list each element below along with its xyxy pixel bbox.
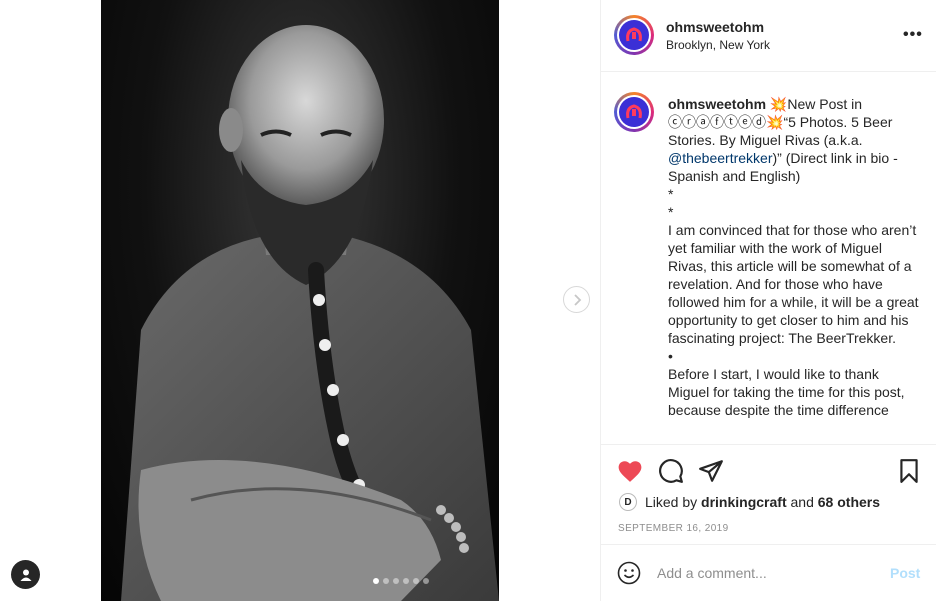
likes-prefix: Liked by — [645, 494, 698, 510]
caption-paragraph: Before I start, I would like to thank Mi… — [668, 366, 905, 418]
post-caption: ohmsweetohm 💥New Post in ⓒⓡⓐⓕⓣⓔⓓ💥“5 Phot… — [668, 95, 923, 419]
carousel-dot — [393, 578, 399, 584]
smiley-icon — [617, 561, 641, 585]
paper-plane-icon — [699, 460, 723, 482]
post-photo[interactable] — [101, 0, 499, 601]
like-button[interactable] — [616, 458, 644, 484]
carousel-indicator — [373, 578, 429, 584]
save-button[interactable] — [896, 457, 922, 485]
instagram-post-page: ohmsweetohm Brooklyn, New York ••• ohmsw… — [0, 0, 936, 601]
likes-and: and — [790, 494, 814, 510]
caption-separator: • — [668, 348, 673, 364]
profile-button[interactable] — [11, 560, 40, 589]
caption-avatar[interactable] — [614, 92, 654, 132]
caption-paragraph: I am convinced that for those who aren’t… — [668, 222, 919, 346]
post-header: ohmsweetohm Brooklyn, New York ••• — [601, 0, 936, 72]
caption-separator: * — [668, 186, 674, 202]
mention-link[interactable]: @thebeertrekker — [668, 150, 772, 166]
likes-summary: D Liked by drinkingcraft and 68 others — [619, 493, 880, 511]
next-photo-button[interactable] — [563, 286, 590, 313]
ohm-logo-icon — [626, 27, 642, 42]
caption-separator: * — [668, 204, 674, 220]
liker-username[interactable]: drinkingcraft — [701, 494, 787, 510]
carousel-dot — [423, 578, 429, 584]
caption-username[interactable]: ohmsweetohm — [668, 96, 766, 112]
post-comment-button[interactable]: Post — [890, 565, 920, 581]
portrait-illustration — [121, 25, 499, 601]
add-comment-bar: Post — [601, 544, 936, 601]
post-actions: D Liked by drinkingcraft and 68 others S… — [601, 444, 936, 544]
liker-avatar[interactable]: D — [619, 493, 637, 511]
comment-button[interactable] — [657, 458, 685, 484]
carousel-dot — [373, 578, 379, 584]
comment-input[interactable] — [657, 565, 877, 581]
author-avatar[interactable] — [614, 15, 654, 55]
carousel-dot — [413, 578, 419, 584]
author-username[interactable]: ohmsweetohm — [666, 19, 764, 35]
explosion-emoji: 💥 — [769, 96, 788, 112]
comments-area: ohmsweetohm 💥New Post in ⓒⓡⓐⓕⓣⓔⓓ💥“5 Phot… — [601, 73, 936, 444]
likes-count-link[interactable]: 68 others — [818, 494, 880, 510]
person-icon — [20, 569, 31, 581]
heart-filled-icon — [618, 461, 642, 482]
explosion-emoji: 💥 — [766, 114, 784, 130]
post-date[interactable]: SEPTEMBER 16, 2019 — [618, 523, 729, 534]
bookmark-icon — [900, 459, 918, 483]
ohm-logo-icon — [626, 104, 642, 119]
more-options-icon[interactable]: ••• — [903, 26, 923, 44]
post-details-panel: ohmsweetohm Brooklyn, New York ••• ohmsw… — [600, 0, 936, 601]
carousel-dot — [383, 578, 389, 584]
post-location[interactable]: Brooklyn, New York — [666, 38, 770, 52]
chevron-right-icon — [573, 293, 581, 306]
share-button[interactable] — [697, 458, 725, 484]
comment-bubble-icon — [659, 459, 683, 483]
emoji-button[interactable] — [617, 561, 641, 590]
carousel-dot — [403, 578, 409, 584]
